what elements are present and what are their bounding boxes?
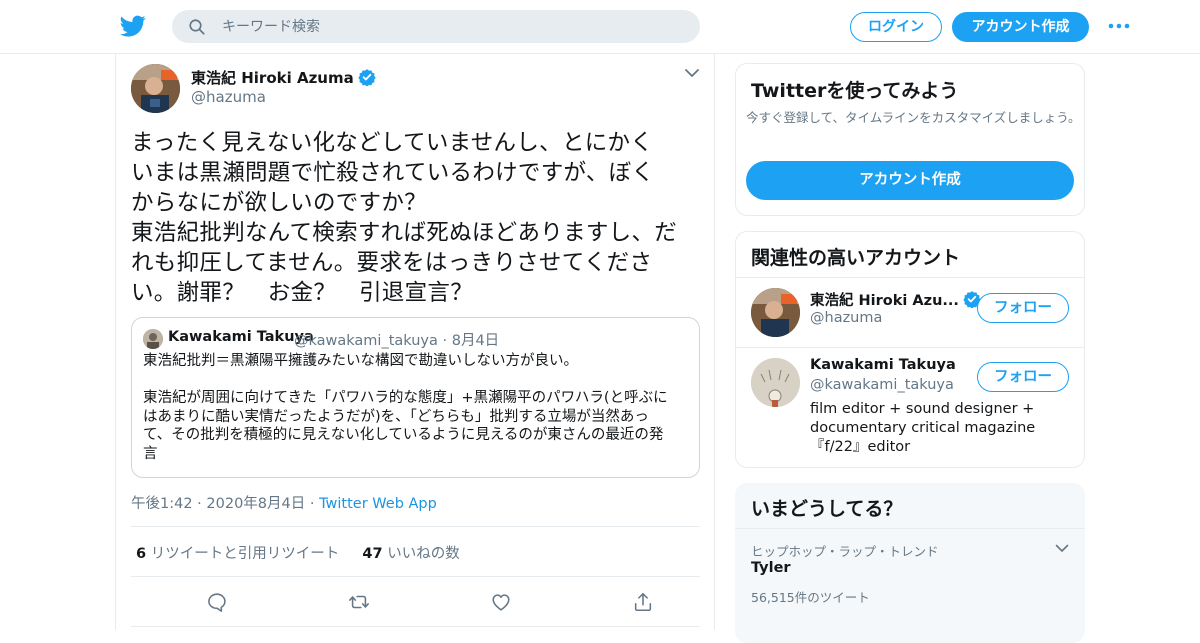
twitter-logo-icon[interactable]	[120, 13, 146, 39]
quoted-text: 東浩紀批判＝黒瀬陽平擁護みたいな構図で勘違いしない方が良い。 東浩紀が周囲に向け…	[143, 353, 668, 462]
follow-button[interactable]: フォロー	[977, 362, 1069, 392]
signup-button[interactable]: アカウント作成	[952, 12, 1089, 42]
related-account-name[interactable]: 東浩紀 Hiroki Azu...	[810, 289, 981, 310]
top-bar: ログイン アカウント作成	[0, 0, 1200, 54]
related-account-avatar[interactable]	[751, 288, 800, 337]
like-count: 47	[362, 546, 383, 562]
trend-tweet-count: 56,515件のツイート	[751, 590, 870, 605]
share-icon[interactable]	[632, 591, 654, 613]
verified-badge-icon	[358, 69, 376, 86]
search-input[interactable]	[222, 10, 682, 43]
author-name-text[interactable]: 東浩紀 Hiroki Azuma	[191, 69, 354, 87]
more-options-icon[interactable]	[1107, 17, 1131, 35]
related-account-bio: film editor + sound designer + documenta…	[810, 401, 1036, 455]
tweet-text: まったく見えない化などしていませんし、とにかく いまは黒瀬問題で忙殺されているわ…	[131, 130, 678, 306]
separator-dot: ·	[305, 496, 320, 512]
trend-name: Tyler	[751, 560, 791, 576]
tweet-stats: 6 リツイートと引用リツイート 47 いいねの数	[136, 542, 460, 563]
related-account-name-text[interactable]: 東浩紀 Hiroki Azu...	[810, 293, 959, 309]
quoted-handle-text: @kawakami_takuya	[294, 333, 438, 349]
signup-card-button[interactable]: アカウント作成	[746, 161, 1074, 200]
author-photo	[131, 64, 180, 113]
divider	[131, 526, 700, 527]
trends-card: いまどうしてる？ ヒップホップ・ラップ・トレンド Tyler 56,515件のツ…	[735, 483, 1085, 643]
separator-dot: ·	[192, 496, 207, 512]
retweet-count: 6	[136, 546, 147, 562]
signup-card-title: Twitterを使ってみよう	[751, 80, 959, 102]
quoted-author-name: Kawakami Takuya	[168, 329, 314, 345]
trend-category: ヒップホップ・ラップ・トレンド	[751, 544, 939, 559]
like-stat[interactable]: 47 いいねの数	[362, 546, 459, 562]
related-accounts-title: 関連性の高いアカウント	[751, 247, 961, 269]
chevron-down-icon[interactable]	[684, 68, 700, 78]
divider	[131, 576, 700, 577]
author-avatar[interactable]	[131, 64, 180, 113]
related-account-handle[interactable]: @kawakami_takuya	[810, 377, 954, 393]
tweet-detail: 東浩紀 Hiroki Azuma @hazuma まったく見えない化などしていま…	[115, 54, 715, 630]
quoted-tweet[interactable]: Kawakami Takuya @kawakami_takuya · 8月4日 …	[131, 317, 700, 478]
signup-card-subtitle: 今すぐ登録して、タイムラインをカスタマイズしましょう。	[746, 110, 1081, 125]
quoted-author-handle: @kawakami_takuya · 8月4日	[294, 329, 499, 350]
reply-icon[interactable]	[206, 591, 228, 613]
related-account-row[interactable]: Kawakami Takuya @kawakami_takuya フォロー fi…	[736, 347, 1084, 467]
like-icon[interactable]	[490, 591, 512, 613]
tweet-date[interactable]: 2020年8月4日	[206, 496, 305, 512]
tweet-meta: 午後1:42 · 2020年8月4日 · Twitter Web App	[131, 492, 437, 513]
quoted-avatar	[143, 329, 163, 349]
quoted-date: 8月4日	[451, 333, 500, 349]
separator-dot: ·	[437, 333, 452, 349]
author-name[interactable]: 東浩紀 Hiroki Azuma	[191, 67, 376, 88]
related-account-handle[interactable]: @hazuma	[810, 310, 882, 326]
tweet-actions	[131, 588, 700, 616]
like-label: いいねの数	[387, 546, 460, 562]
retweet-stat[interactable]: 6 リツイートと引用リツイート	[136, 546, 339, 562]
login-button[interactable]: ログイン	[850, 12, 942, 42]
trend-item[interactable]: ヒップホップ・ラップ・トレンド Tyler 56,515件のツイート	[735, 528, 1085, 618]
divider	[131, 626, 700, 627]
search-bar	[172, 10, 700, 43]
related-account-avatar[interactable]	[751, 358, 800, 407]
related-accounts-card: 関連性の高いアカウント 東浩紀 Hiroki Azu... @hazuma フォ…	[735, 231, 1085, 468]
author-handle[interactable]: @hazuma	[191, 88, 266, 106]
retweet-icon[interactable]	[348, 591, 370, 613]
related-account-name[interactable]: Kawakami Takuya	[810, 357, 956, 373]
search-icon	[189, 19, 205, 35]
trends-title: いまどうしてる？	[751, 498, 903, 520]
signup-card: Twitterを使ってみよう 今すぐ登録して、タイムラインをカスタマイズしましょ…	[735, 63, 1085, 216]
related-account-row[interactable]: 東浩紀 Hiroki Azu... @hazuma フォロー	[736, 277, 1084, 347]
tweet-source-link[interactable]: Twitter Web App	[319, 496, 437, 512]
follow-button[interactable]: フォロー	[977, 293, 1069, 323]
chevron-down-icon[interactable]	[1055, 544, 1069, 553]
tweet-time[interactable]: 午後1:42	[131, 496, 193, 512]
retweet-label: リツイートと引用リツイート	[150, 546, 340, 562]
